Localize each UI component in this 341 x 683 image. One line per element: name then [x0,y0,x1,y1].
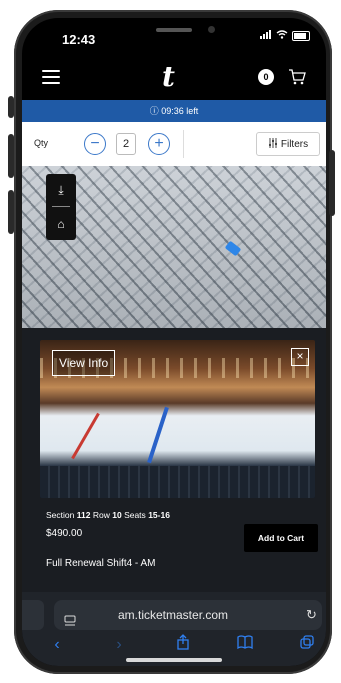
quantity-bar: Qty − 2 + Filters [22,122,326,166]
browser-chrome: am.ticketmaster.com ↻ ‹ › [22,592,326,666]
filters-icon [268,137,278,151]
cart-icon[interactable] [288,68,306,86]
map-controls: ⤓ ⌂ [46,174,76,240]
speaker [156,28,192,32]
tabs-icon[interactable] [296,634,318,656]
url-text: am.ticketmaster.com [118,608,229,622]
add-to-cart-button[interactable]: Add to Cart [244,524,318,552]
timer-text: 09:36 left [161,106,199,116]
seat-location: Section 112 Row 10 Seats 15-16 [46,510,170,520]
forward-icon: › [116,636,122,653]
section-number: 112 [76,510,91,520]
listing-panel: View Info × Section 112 Row 10 Seats 15-… [22,328,326,556]
wifi-icon [276,30,288,42]
reload-icon[interactable]: ↻ [306,600,317,630]
cart-count-badge[interactable]: 0 [258,69,274,85]
filters-button[interactable]: Filters [256,132,320,156]
share-icon[interactable] [172,634,194,656]
signal-icon [260,30,272,42]
qty-label: Qty [34,138,49,148]
increase-quantity-button[interactable]: + [148,133,170,155]
status-time: 12:43 [62,32,96,47]
battery-icon [292,31,310,41]
app-header: t 0 [22,58,326,98]
back-icon[interactable]: ‹ [46,634,68,656]
reservation-timer: ⓘ 09:36 left [22,100,326,122]
home-icon[interactable]: ⌂ [46,208,76,240]
close-icon[interactable]: × [291,348,309,366]
notch [108,18,240,46]
previous-tab-preview[interactable] [22,600,44,630]
filters-label: Filters [280,138,309,150]
front-camera [208,26,215,33]
menu-icon[interactable] [42,70,60,84]
clock-icon: ⓘ [149,106,159,116]
row-number: 10 [112,510,122,520]
seat-numbers: 15-16 [148,510,170,520]
browser-toolbar: ‹ › [22,634,326,658]
ticket-price: $490.00 [46,528,83,539]
bookmarks-icon[interactable] [234,634,256,656]
package-name: Full Renewal Shift4 - AM [46,558,156,569]
mute-switch [8,96,14,118]
package-name-bar: Full Renewal Shift4 - AM [22,556,326,592]
address-bar[interactable]: am.ticketmaster.com ↻ [54,600,322,630]
seat-map[interactable]: ⤓ ⌂ [22,166,326,328]
volume-down-button [8,190,14,234]
view-info-button[interactable]: View Info [52,350,116,376]
power-button [329,150,335,216]
status-icons [260,30,310,42]
home-indicator[interactable] [126,658,222,662]
ticketmaster-logo[interactable]: t [162,60,175,93]
download-icon[interactable]: ⤓ [46,174,76,206]
status-bar: 12:43 [22,18,326,56]
decrease-quantity-button[interactable]: − [84,133,106,155]
divider [183,130,184,158]
phone-screen: 12:43 t 0 ⓘ 09:36 left Qty − 2 + Filters… [22,18,326,666]
volume-up-button [8,134,14,178]
page-settings-icon[interactable] [64,608,76,626]
quantity-value[interactable]: 2 [116,133,136,155]
